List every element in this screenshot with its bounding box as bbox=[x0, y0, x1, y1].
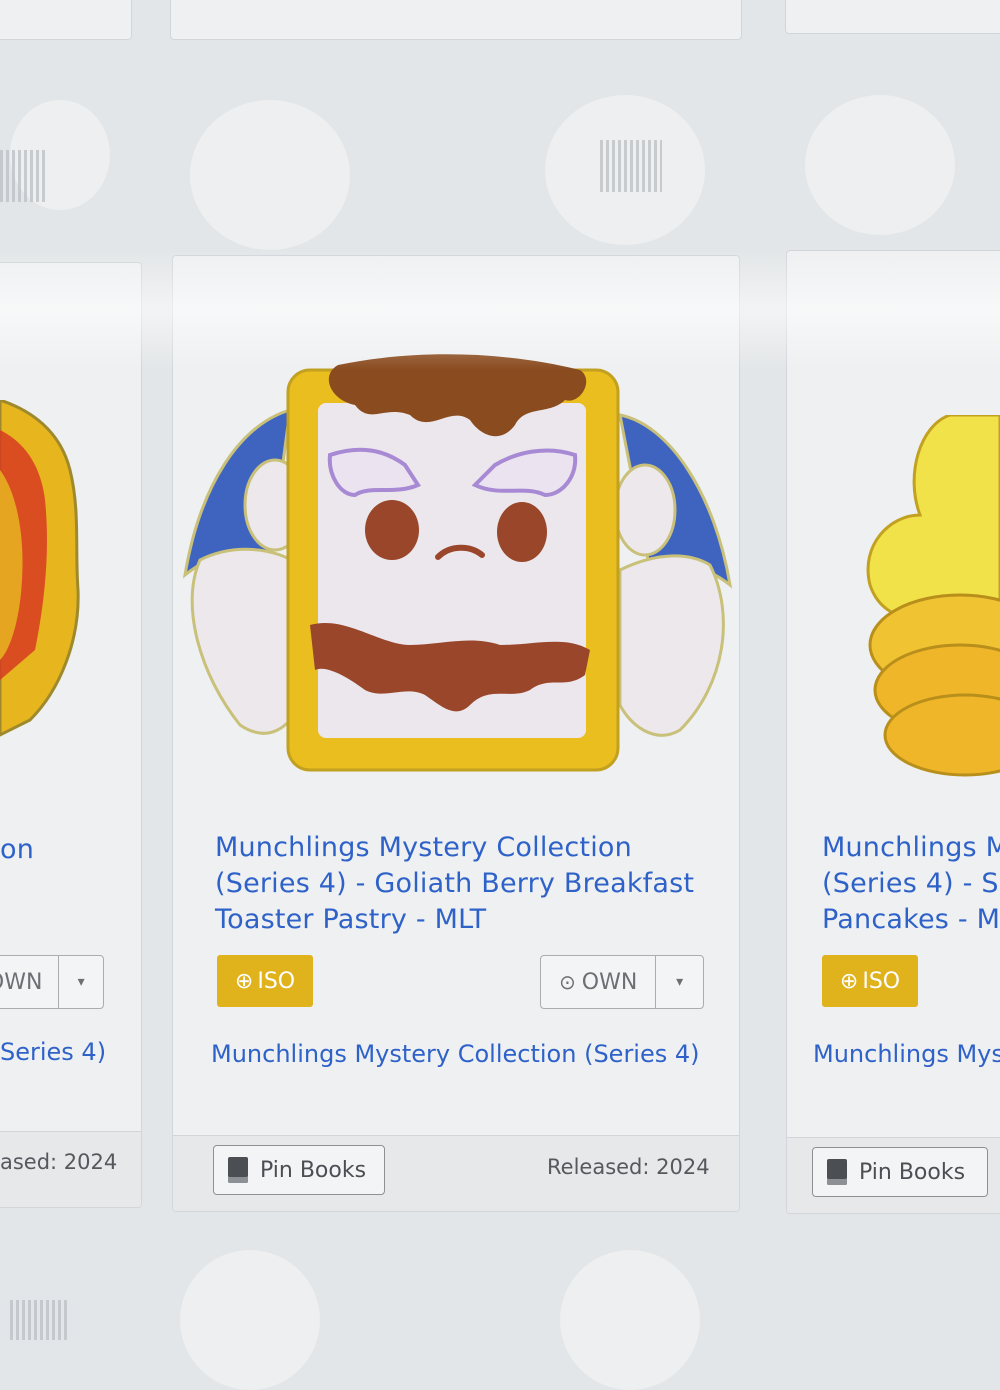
placeholder-ear-center-left bbox=[190, 100, 350, 250]
top-left-card-edge bbox=[0, 0, 132, 40]
pin-image-toaster-pastry bbox=[182, 354, 733, 772]
pin-title-right-fragment[interactable]: Munchlings M (Series 4) - Sc Pancakes - … bbox=[822, 830, 1000, 938]
pin-title-left-fragment[interactable]: on bbox=[0, 832, 34, 868]
pin-books-label-right: Pin Books bbox=[859, 1159, 966, 1185]
iso-button[interactable]: ⊕ ISO bbox=[217, 955, 313, 1007]
released-left-fragment: ased: 2024 bbox=[0, 1150, 118, 1174]
released-date: Released: 2024 bbox=[547, 1155, 710, 1179]
own-label-left: OWN bbox=[0, 969, 43, 995]
own-dropdown-left[interactable]: OWN ▾ bbox=[0, 955, 104, 1009]
placeholder-barcode-center bbox=[600, 140, 662, 192]
iso-label-right: ISO bbox=[862, 968, 901, 994]
iso-label: ISO bbox=[257, 968, 296, 994]
pin-image-right-pancakes bbox=[866, 415, 1000, 777]
placeholder-ear-bottom-1 bbox=[180, 1250, 320, 1390]
series-link-left-fragment[interactable]: Series 4) bbox=[0, 1038, 106, 1066]
zoom-in-icon: ⊕ bbox=[234, 968, 254, 994]
pin-title-link[interactable]: Munchlings Mystery Collection (Series 4)… bbox=[215, 830, 715, 938]
pin-image-left bbox=[0, 400, 80, 737]
book-icon bbox=[228, 1157, 248, 1183]
pin-books-button[interactable]: Pin Books bbox=[213, 1145, 385, 1195]
placeholder-ear-right bbox=[805, 95, 955, 235]
pin-title-right-line-3: Pancakes - M bbox=[822, 904, 1000, 935]
top-center-card-edge bbox=[170, 0, 742, 40]
placeholder-ear-bottom-2 bbox=[560, 1250, 700, 1390]
caret-down-icon[interactable]: ▾ bbox=[656, 956, 703, 1008]
top-right-card-edge bbox=[785, 0, 1000, 34]
own-dropdown[interactable]: ⊙ OWN ▾ bbox=[540, 955, 704, 1009]
pin-title-right-line-2: (Series 4) - Sc bbox=[822, 868, 1000, 899]
iso-button-right[interactable]: ⊕ ISO bbox=[822, 955, 918, 1007]
zoom-in-icon: ⊕ bbox=[839, 968, 859, 994]
pin-books-label: Pin Books bbox=[260, 1157, 367, 1183]
pin-title-right-line-1: Munchlings M bbox=[822, 832, 1000, 863]
own-label: OWN bbox=[581, 969, 638, 995]
placeholder-barcode-left bbox=[0, 150, 48, 202]
series-link-right-fragment[interactable]: Munchlings Mys bbox=[813, 1040, 1000, 1068]
book-icon bbox=[827, 1159, 847, 1185]
pin-books-button-right[interactable]: Pin Books bbox=[812, 1147, 988, 1197]
own-button[interactable]: ⊙ OWN bbox=[541, 956, 657, 1008]
series-link[interactable]: Munchlings Mystery Collection (Series 4) bbox=[211, 1040, 700, 1068]
own-button-left[interactable]: OWN bbox=[0, 956, 60, 1008]
check-circle-icon: ⊙ bbox=[559, 970, 576, 994]
caret-down-icon[interactable]: ▾ bbox=[59, 956, 103, 1008]
placeholder-barcode-bottom bbox=[10, 1300, 70, 1340]
